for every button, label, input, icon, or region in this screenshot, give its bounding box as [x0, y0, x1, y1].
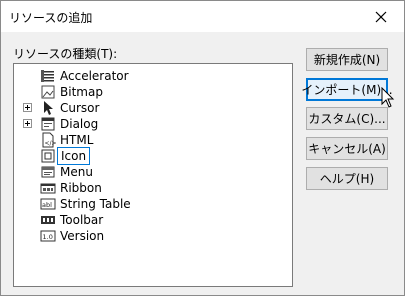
tree-item-ribbon[interactable]: Ribbon	[14, 180, 284, 196]
svg-text:1.0: 1.0	[43, 233, 53, 241]
tree-item-label: HTML	[60, 133, 94, 147]
icon-resource-icon	[41, 149, 55, 163]
new-button[interactable]: 新規作成(N)	[306, 48, 388, 71]
tree-item-label: Menu	[60, 165, 93, 179]
mouse-pointer-icon	[381, 87, 395, 108]
tree-item-label: Dialog	[60, 117, 99, 131]
toolbar-icon	[41, 216, 55, 224]
tree-item-bitmap[interactable]: Bitmap	[14, 84, 284, 100]
expand-icon[interactable]	[23, 119, 32, 128]
tree-item-label: Icon	[57, 147, 91, 165]
string-table-icon: abl	[40, 198, 56, 210]
add-resource-dialog: リソースの追加 リソースの種類(T): Accelerator Bitmap C…	[0, 0, 405, 296]
tree-item-string-table[interactable]: abl String Table	[14, 196, 284, 212]
expand-icon[interactable]	[23, 103, 32, 112]
resource-type-tree[interactable]: Accelerator Bitmap Cursor Dialog </> HTM…	[13, 63, 293, 287]
svg-text:abl: abl	[42, 201, 52, 209]
cancel-button[interactable]: キャンセル(A)	[306, 137, 388, 160]
tree-item-dialog[interactable]: Dialog	[14, 116, 284, 132]
close-icon	[375, 11, 387, 22]
close-button[interactable]	[358, 1, 404, 32]
tree-item-version[interactable]: 1.0 Version	[14, 228, 284, 244]
import-button[interactable]: インポート(M)...	[301, 78, 393, 101]
window-title: リソースの追加	[9, 11, 93, 25]
accelerator-icon	[41, 70, 54, 82]
tree-item-toolbar[interactable]: Toolbar	[14, 212, 284, 228]
tree-item-label: Ribbon	[60, 181, 102, 195]
custom-button[interactable]: カスタム(C)...	[306, 107, 388, 130]
tree-item-label: Bitmap	[60, 85, 103, 99]
cursor-icon	[44, 101, 53, 115]
tree-item-label: Version	[60, 229, 105, 243]
title-bar: リソースの追加	[1, 1, 404, 32]
ribbon-icon	[40, 183, 56, 194]
dialog-icon	[41, 117, 55, 131]
resource-type-label: リソースの種類(T):	[13, 47, 118, 61]
tree-item-icon[interactable]: Icon	[14, 147, 284, 165]
tree-item-label: String Table	[60, 197, 131, 211]
html-icon: </>	[42, 132, 57, 148]
tree-item-html[interactable]: </> HTML	[14, 132, 284, 148]
bitmap-icon	[41, 85, 55, 99]
tree-item-label: Toolbar	[60, 213, 104, 227]
help-button[interactable]: ヘルプ(H)	[306, 167, 388, 190]
version-icon: 1.0	[40, 230, 56, 242]
svg-text:</>: </>	[45, 140, 57, 147]
tree-item-accelerator[interactable]: Accelerator	[14, 68, 284, 84]
tree-item-label: Accelerator	[60, 69, 129, 83]
tree-item-cursor[interactable]: Cursor	[14, 100, 284, 116]
menu-icon	[41, 166, 55, 178]
tree-item-menu[interactable]: Menu	[14, 164, 284, 180]
tree-item-label: Cursor	[60, 101, 100, 115]
